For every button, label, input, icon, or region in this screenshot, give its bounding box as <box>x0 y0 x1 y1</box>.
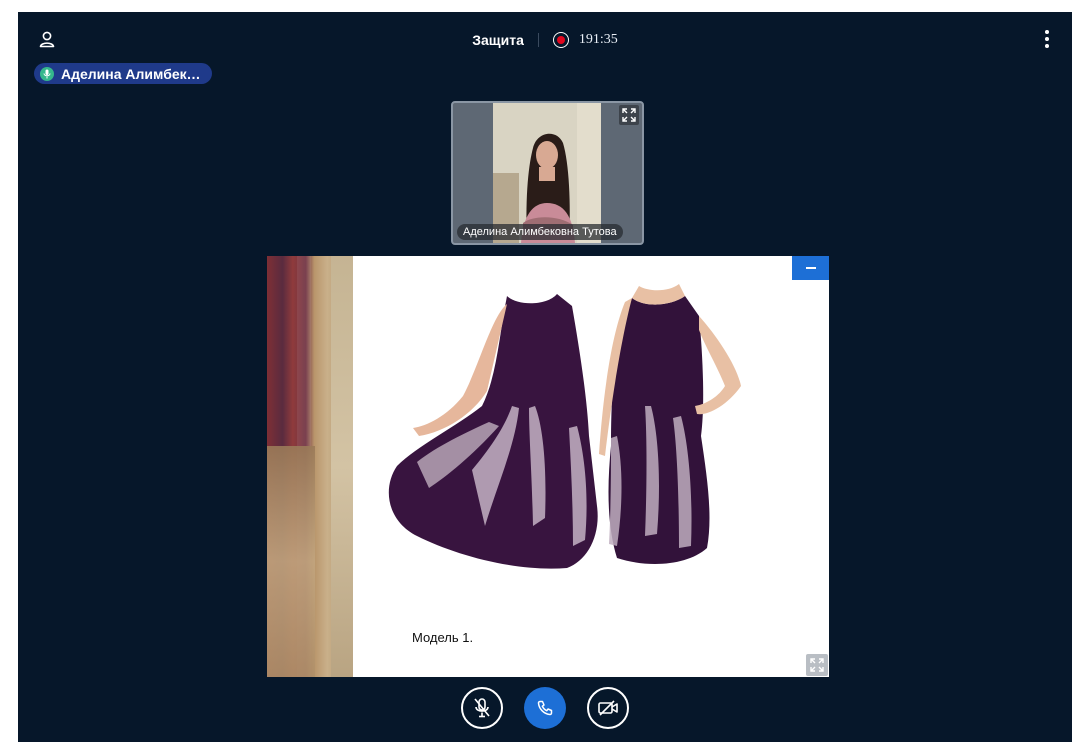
presentation-fullscreen-button[interactable] <box>806 654 828 676</box>
slide-caption: Модель 1. <box>412 630 474 645</box>
participant-video-tile[interactable]: Аделина Алимбековна Тутова <box>451 101 644 245</box>
talker-name: Аделина Алимбеко... <box>61 65 201 82</box>
conference-window: Защита 191:35 Аделина Алимбеко... Аделин… <box>18 12 1072 742</box>
slide-dress-image <box>388 284 741 569</box>
title-divider <box>537 33 539 47</box>
mute-button[interactable] <box>461 687 503 729</box>
meeting-title-bar: Защита 191:35 <box>18 29 1072 51</box>
recording-timer: 191:35 <box>578 32 618 47</box>
expand-icon <box>810 658 824 672</box>
mic-icon <box>40 66 54 81</box>
participant-portrait <box>493 103 601 243</box>
more-vertical-icon <box>1045 30 1049 34</box>
call-controls <box>18 687 1072 729</box>
camera-button[interactable] <box>587 687 629 729</box>
more-options-button[interactable] <box>1038 28 1056 50</box>
recording-indicator[interactable]: 191:35 <box>552 32 618 48</box>
talking-indicator[interactable]: Аделина Алимбеко... <box>34 63 212 84</box>
phone-icon <box>537 700 553 716</box>
leave-call-button[interactable] <box>524 687 566 729</box>
participant-camera-feed <box>493 103 601 243</box>
participant-name-label: Аделина Алимбековна Тутова <box>457 224 623 240</box>
presentation-area[interactable]: Модель 1. <box>267 256 829 677</box>
tile-fullscreen-button[interactable] <box>619 105 639 125</box>
mic-muted-icon <box>474 698 490 718</box>
expand-icon <box>622 108 636 122</box>
meeting-name: Защита <box>472 32 524 48</box>
record-icon <box>552 32 569 48</box>
minimize-presentation-button[interactable] <box>792 256 829 280</box>
minus-icon <box>805 267 816 269</box>
camera-off-icon <box>598 700 618 716</box>
